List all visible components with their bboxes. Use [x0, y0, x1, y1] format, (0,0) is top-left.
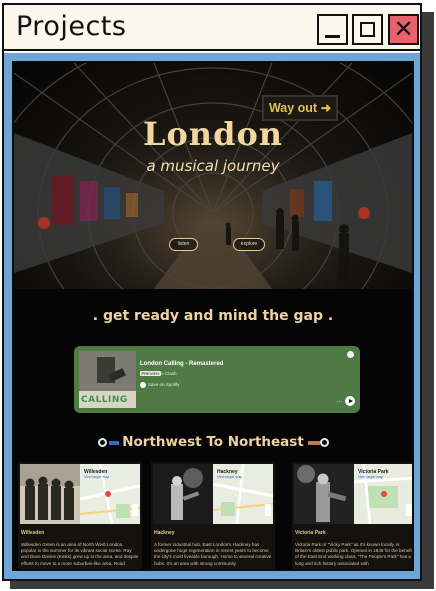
location-card-hackney[interactable]: Hackney View larger map Hackney A former… — [151, 462, 275, 569]
minimize-button[interactable] — [317, 14, 348, 45]
card-description: Willesden Green is an area of North West… — [21, 542, 139, 566]
map-larger-link[interactable]: View larger map — [358, 475, 383, 479]
spotify-player[interactable]: CALLING London Calling - Remastered PREV… — [74, 346, 360, 413]
window-content-frame: Way out ➜ London a musical journey liste… — [4, 53, 420, 579]
projects-window: Projects ✕ Way out ➜ London a musical jo… — [2, 3, 422, 581]
plus-icon — [140, 382, 146, 388]
card-description: A former industrial hub, East London's H… — [154, 542, 272, 566]
play-button[interactable] — [345, 396, 355, 406]
window-title: Projects — [16, 11, 127, 42]
tagline: . get ready and mind the gap . — [92, 308, 334, 324]
route-title: Northwest To Northeast — [122, 434, 304, 450]
title-bar[interactable]: Projects ✕ — [4, 5, 420, 51]
track-artist[interactable]: The Clash — [156, 371, 177, 376]
location-card-victoria-park[interactable]: Victoria Park View larger map Victoria P… — [292, 462, 413, 569]
listen-button[interactable]: listen — [169, 238, 198, 251]
card-media: Victoria Park View larger map — [294, 464, 412, 524]
close-icon: ✕ — [393, 15, 414, 43]
page-viewport[interactable]: Way out ➜ London a musical journey liste… — [12, 61, 414, 571]
route-header: Northwest To Northeast — [14, 434, 412, 452]
hero-subtitle: a musical journey — [146, 157, 280, 175]
card-title: Hackney — [154, 530, 175, 536]
way-out-text: Way out ➜ — [268, 101, 332, 115]
card-media: Willesden View larger map — [20, 464, 140, 524]
map-larger-link[interactable]: View larger map — [84, 475, 109, 479]
explore-button[interactable]: explore — [233, 238, 265, 251]
concert-photo — [153, 464, 213, 524]
map-larger-link[interactable]: View larger map — [217, 475, 242, 479]
more-options[interactable]: ... — [337, 398, 342, 404]
map-embed[interactable]: Willesden View larger map — [80, 464, 140, 524]
track-title[interactable]: London Calling - Remastered — [140, 361, 223, 367]
location-card-willesden[interactable]: Willesden View larger map Willesden Will… — [18, 462, 142, 569]
maximize-button[interactable] — [352, 14, 383, 45]
route-line-right — [308, 441, 320, 445]
card-media: Hackney View larger map — [153, 464, 273, 524]
close-button[interactable]: ✕ — [388, 14, 419, 45]
maximize-icon — [360, 22, 375, 37]
spotify-logo-icon[interactable] — [347, 351, 354, 358]
card-title: Willesden — [21, 530, 45, 536]
card-title: Victoria Park — [295, 530, 326, 536]
live-gig-photo — [294, 464, 354, 524]
map-embed[interactable]: Hackney View larger map — [213, 464, 273, 524]
route-end-dot — [320, 438, 329, 447]
band-photo — [20, 464, 80, 524]
map-embed[interactable]: Victoria Park View larger map — [354, 464, 412, 524]
album-art-text: CALLING — [81, 395, 128, 405]
album-art[interactable]: CALLING — [79, 351, 136, 408]
save-on-spotify-label: Save on Spotify — [148, 382, 180, 387]
card-description: Victoria Park or "Vicky Park" as it's kn… — [295, 542, 413, 566]
tube-tunnel-illustration — [14, 63, 412, 289]
hero-title: London — [142, 115, 284, 153]
minimize-icon — [325, 35, 340, 38]
hero-banner: Way out ➜ London a musical journey liste… — [14, 63, 412, 289]
